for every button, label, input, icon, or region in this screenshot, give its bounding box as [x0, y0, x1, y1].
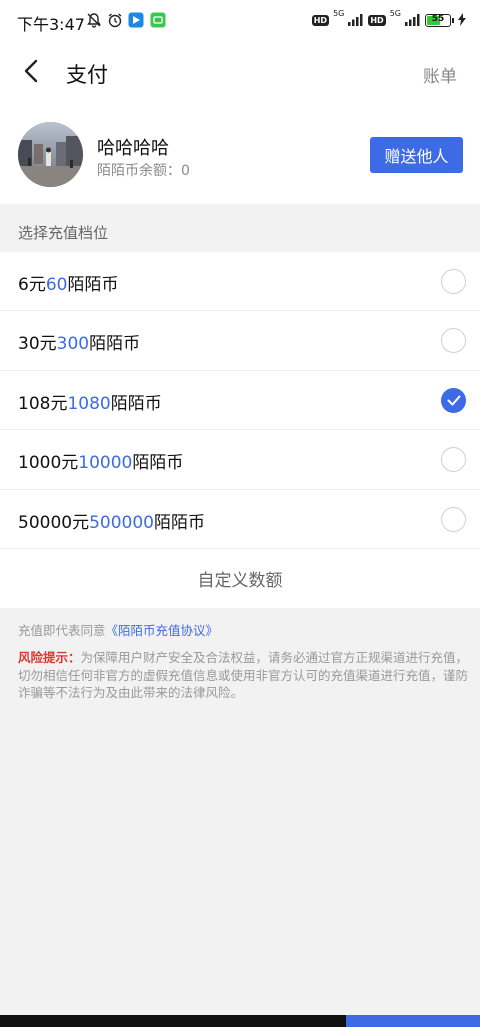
recharge-options: 6元60陌陌币 30元300陌陌币 108元1080陌陌币 1000元10000… [0, 252, 480, 608]
mute-bell-icon [86, 12, 102, 32]
charging-icon [458, 11, 466, 30]
risk-title: 风险提示： [18, 650, 81, 665]
option-label: 30元300陌陌币 [18, 334, 141, 355]
chevron-left-icon [24, 59, 38, 87]
hd-badge: HD [311, 15, 330, 26]
alarm-icon [107, 12, 123, 32]
risk-text: 为保障用户财产安全及合法权益，请务必通过官方正规渠道进行充值，切勿相信任何非官方… [18, 650, 469, 700]
option-amount: 60 [45, 275, 68, 295]
status-time: 下午3:47 [17, 15, 85, 34]
network-type-2: 5G [389, 9, 401, 18]
recharge-option[interactable]: 30元300陌陌币 [0, 311, 480, 371]
hd-badge-2: HD [368, 15, 386, 26]
coin-balance: 陌陌币余额：0 [97, 163, 190, 179]
radio-button[interactable] [441, 506, 466, 532]
bill-link[interactable]: 账单 [423, 62, 457, 87]
app-notification-icon [128, 12, 144, 32]
signal-icon [348, 11, 364, 30]
avatar[interactable] [18, 122, 83, 187]
option-amount: 10000 [78, 453, 133, 474]
recharge-option[interactable]: 1000元10000陌陌币 [0, 430, 480, 490]
battery-icon: 55 [425, 14, 451, 27]
radio-button[interactable] [441, 447, 466, 473]
status-right-group: HD 5G HD 5G 55 [311, 9, 466, 30]
option-label: 1000元10000陌陌币 [18, 453, 184, 474]
page-title: 支付 [66, 63, 108, 87]
option-label: 6元60陌陌币 [18, 275, 119, 295]
section-label: 选择充值档位 [18, 224, 109, 242]
recharge-option-selected[interactable]: 108元1080陌陌币 [0, 371, 480, 431]
message-notification-icon [150, 12, 166, 32]
radio-button-checked[interactable] [441, 387, 466, 413]
recharge-option[interactable]: 50000元500000陌陌币 [0, 490, 480, 549]
signal-icon-2 [405, 11, 421, 30]
app-header: 支付 账单 [0, 42, 480, 104]
checkmark-icon [447, 391, 461, 410]
gift-to-others-button[interactable]: 赠送他人 [370, 137, 463, 173]
option-amount: 300 [56, 334, 90, 355]
battery-cap [452, 18, 454, 23]
user-name: 哈哈哈哈 [97, 138, 169, 159]
risk-notice: 风险提示：为保障用户财产安全及合法权益，请务必通过官方正规渠道进行充值，切勿相信… [18, 649, 478, 702]
option-amount: 1080 [67, 393, 111, 414]
option-amount: 500000 [89, 512, 154, 533]
agreement-text: 充值即代表同意《陌陌币充值协议》 [18, 623, 219, 638]
nav-bar-accent [346, 1015, 480, 1027]
option-label: 108元1080陌陌币 [18, 393, 162, 414]
payment-page: 下午3:47 HD 5G HD 5G 55 支付 账单 哈哈哈哈 陌陌币余额：0… [0, 0, 480, 1027]
option-label: 50000元500000陌陌币 [18, 512, 205, 533]
recharge-option[interactable]: 6元60陌陌币 [0, 252, 480, 312]
radio-button[interactable] [441, 269, 466, 294]
status-bar: 下午3:47 HD 5G HD 5G 55 [0, 0, 480, 42]
custom-amount-button[interactable]: 自定义数额 [0, 549, 480, 608]
agreement-link[interactable]: 《陌陌币充值协议》 [106, 623, 219, 638]
battery-level: 55 [431, 14, 445, 24]
radio-button[interactable] [441, 328, 466, 354]
system-nav-bar [0, 1015, 480, 1027]
back-button[interactable] [14, 56, 48, 90]
network-type: 5G [333, 9, 345, 18]
profile-card: 哈哈哈哈 陌陌币余额：0 赠送他人 [0, 104, 480, 204]
